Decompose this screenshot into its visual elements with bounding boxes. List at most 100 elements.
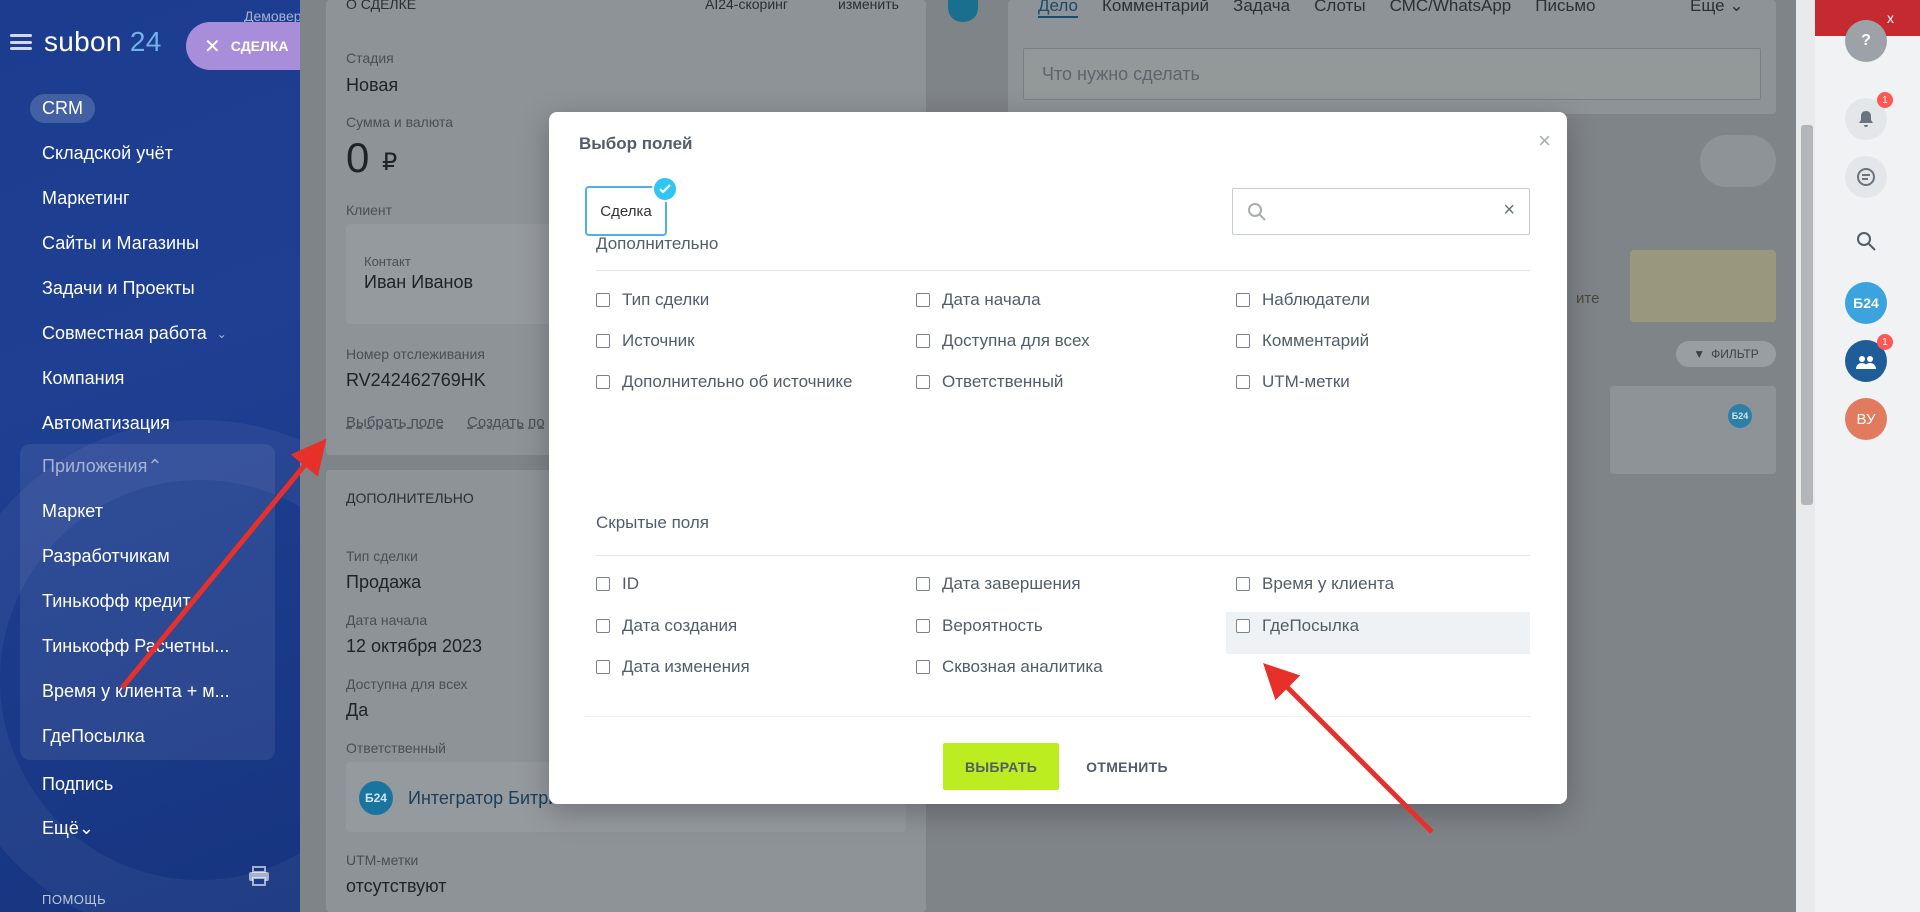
tab-deal[interactable]: Дело — [1038, 0, 1078, 18]
select-button[interactable]: ВЫБРАТЬ — [943, 743, 1059, 790]
checkbox[interactable] — [596, 334, 610, 348]
sidebar-item-automation[interactable]: Автоматизация — [0, 401, 300, 446]
option-deal-type[interactable]: Тип сделки — [596, 290, 709, 310]
printer-icon[interactable] — [248, 866, 270, 886]
checkbox[interactable] — [916, 619, 930, 633]
sidebar-item-more[interactable]: Ещё ⌄ — [0, 806, 300, 850]
tab-more[interactable]: Еще ⌄ — [1690, 0, 1744, 16]
option-start-date[interactable]: Дата начала — [916, 290, 1041, 310]
sum-label: Сумма и валюта — [346, 114, 454, 130]
checkbox[interactable] — [916, 375, 930, 389]
checkbox[interactable] — [1236, 293, 1250, 307]
cancel-button[interactable]: ОТМЕНИТЬ — [1069, 743, 1185, 790]
todo-input[interactable]: Что нужно сделать — [1023, 48, 1761, 100]
checkbox[interactable] — [596, 577, 610, 591]
edit-link[interactable]: изменить — [838, 0, 899, 12]
checkbox[interactable] — [596, 293, 610, 307]
scrollbar-thumb[interactable] — [1801, 125, 1813, 505]
option-available-all[interactable]: Доступна для всех — [916, 331, 1090, 351]
dialog-title: Выбор полей — [579, 134, 693, 153]
help-label[interactable]: ПОМОЩЬ — [42, 892, 106, 907]
tab-slots[interactable]: Слоты — [1314, 0, 1365, 18]
checkbox[interactable] — [916, 293, 930, 307]
utm-value: отсутствуют — [346, 876, 447, 896]
stage-label: Стадия — [346, 50, 394, 66]
option-utm[interactable]: UTM-метки — [1236, 372, 1350, 392]
option-client-time[interactable]: Время у клиента — [1236, 574, 1394, 594]
checkbox[interactable] — [916, 660, 930, 674]
sidebar-item-collab[interactable]: Совместная работа ⌄ — [0, 311, 300, 356]
create-field-link[interactable]: Создать по — [467, 414, 545, 431]
sidebar-item-market[interactable]: Маркет — [0, 489, 300, 534]
search-icon — [1857, 232, 1876, 251]
option-modified-date[interactable]: Дата изменения — [596, 657, 750, 677]
notice-tail: ите — [1576, 290, 1600, 307]
timeline-plus-icon[interactable] — [948, 0, 978, 22]
tab-email[interactable]: Письмо — [1535, 0, 1595, 18]
option-source[interactable]: Источник — [596, 331, 695, 351]
availability-value[interactable]: Да — [346, 700, 368, 721]
deal-type-label: Тип сделки — [346, 548, 418, 564]
sidebar-item-client-time[interactable]: Время у клиента + м... — [0, 669, 300, 714]
checkbox[interactable] — [1236, 577, 1250, 591]
option-observers[interactable]: Наблюдатели — [1236, 290, 1370, 310]
sidebar-item-signature[interactable]: Подпись — [0, 762, 300, 806]
option-responsible[interactable]: Ответственный — [916, 372, 1063, 392]
choose-field-link[interactable]: Выбрать поле — [346, 414, 444, 431]
logo[interactable]: subon 24 — [44, 26, 162, 58]
hamburger-icon[interactable] — [10, 34, 32, 50]
checkbox[interactable] — [1236, 619, 1250, 633]
sidebar-item-tinkoff-credit[interactable]: Тинькофф кредит — [0, 579, 300, 624]
search-button[interactable] — [1845, 220, 1887, 262]
field-search-input[interactable] — [1279, 199, 1489, 225]
stage-value[interactable]: Новая — [346, 75, 398, 96]
start-date-value[interactable]: 12 октября 2023 — [346, 636, 482, 657]
notifications-button[interactable]: 1 — [1845, 92, 1893, 140]
user-avatar[interactable]: ВУ — [1845, 398, 1887, 440]
client-label: Клиент — [346, 202, 393, 218]
b24-button[interactable]: Б24 — [1845, 282, 1887, 324]
option-analytics[interactable]: Сквозная аналитика — [916, 657, 1103, 677]
messages-button[interactable] — [1845, 156, 1887, 198]
chat-group-button[interactable]: 1 — [1845, 334, 1893, 382]
checkbox[interactable] — [596, 660, 610, 674]
option-gdeposylka[interactable]: ГдеПосылка — [1236, 616, 1359, 636]
sidebar-item-developers[interactable]: Разработчикам — [0, 534, 300, 579]
checkbox[interactable] — [1236, 334, 1250, 348]
option-probability[interactable]: Вероятность — [916, 616, 1043, 636]
tab-sms[interactable]: СМС/WhatsApp — [1390, 0, 1512, 18]
sidebar-item-tinkoff-payments[interactable]: Тинькофф Расчетны... — [0, 624, 300, 669]
sum-value[interactable]: 0 — [346, 134, 369, 182]
scoring-label[interactable]: AI24-скоринг — [705, 0, 788, 12]
checkbox[interactable] — [596, 375, 610, 389]
checkbox[interactable] — [916, 577, 930, 591]
checkbox[interactable] — [916, 334, 930, 348]
tab-task[interactable]: Задача — [1233, 0, 1290, 18]
filter-button[interactable]: ▼ ФИЛЬТР — [1676, 341, 1776, 367]
option-source-extra[interactable]: Дополнительно об источнике — [596, 372, 853, 392]
tab-comment[interactable]: Комментарий — [1102, 0, 1209, 18]
option-comment[interactable]: Комментарий — [1236, 331, 1369, 351]
dialog-close-icon[interactable]: × — [1538, 128, 1551, 154]
deal-type-value[interactable]: Продажа — [346, 572, 421, 593]
sidebar-item-marketing[interactable]: Маркетинг — [0, 176, 300, 221]
clear-search-icon[interactable]: × — [1503, 199, 1515, 222]
sidebar-menu: CRM Складской учёт Маркетинг Сайты и Маг… — [0, 86, 300, 446]
help-button[interactable]: ? — [1845, 20, 1887, 62]
checkbox[interactable] — [1236, 375, 1250, 389]
sidebar-item-sites[interactable]: Сайты и Магазины — [0, 221, 300, 266]
tracking-value[interactable]: RV242462769HK — [346, 370, 486, 391]
deal-header: О СДЕЛКЕ — [346, 0, 417, 12]
option-created-date[interactable]: Дата создания — [596, 616, 737, 636]
sidebar-item-gdeposylka[interactable]: ГдеПосылка — [0, 714, 300, 759]
checkbox[interactable] — [596, 619, 610, 633]
option-close-date[interactable]: Дата завершения — [916, 574, 1081, 594]
option-id[interactable]: ID — [596, 574, 639, 594]
sidebar-item-warehouse[interactable]: Складской учёт — [0, 131, 300, 176]
sidebar-item-company[interactable]: Компания — [0, 356, 300, 401]
sidebar-item-crm[interactable]: CRM — [0, 86, 300, 131]
check-icon — [652, 176, 678, 202]
sidebar-item-tasks[interactable]: Задачи и Проекты — [0, 266, 300, 311]
contact-value[interactable]: Иван Иванов — [364, 272, 473, 293]
sidebar-item-apps[interactable]: Приложения ⌃ — [0, 444, 300, 489]
